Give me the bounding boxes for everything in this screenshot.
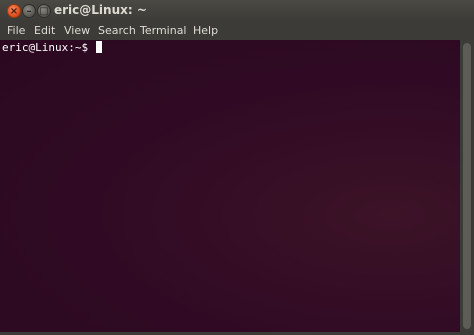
menu-edit[interactable]: Edit — [34, 24, 55, 37]
menu-view[interactable]: View — [64, 24, 90, 37]
prompt-line: eric@Linux:~$ — [2, 41, 102, 54]
scrollbar-thumb[interactable] — [463, 43, 471, 329]
close-icon[interactable]: × — [7, 4, 21, 18]
terminal-area[interactable]: eric@Linux:~$ — [0, 40, 460, 332]
maximize-icon[interactable]: □ — [37, 4, 51, 18]
menu-search[interactable]: Search — [98, 24, 136, 37]
terminal-window: × – □ eric@Linux: ~ File Edit View Searc… — [0, 0, 474, 335]
text-cursor — [95, 41, 102, 53]
menu-terminal[interactable]: Terminal — [140, 24, 187, 37]
window-title: eric@Linux: ~ — [54, 3, 147, 17]
menu-bar: File Edit View Search Terminal Help — [0, 22, 474, 40]
minimize-icon[interactable]: – — [22, 4, 36, 18]
menu-help[interactable]: Help — [193, 24, 218, 37]
title-bar[interactable]: × – □ eric@Linux: ~ — [0, 0, 474, 22]
menu-file[interactable]: File — [7, 24, 25, 37]
vertical-scrollbar[interactable] — [460, 40, 474, 332]
shell-prompt: eric@Linux:~$ — [2, 41, 95, 54]
